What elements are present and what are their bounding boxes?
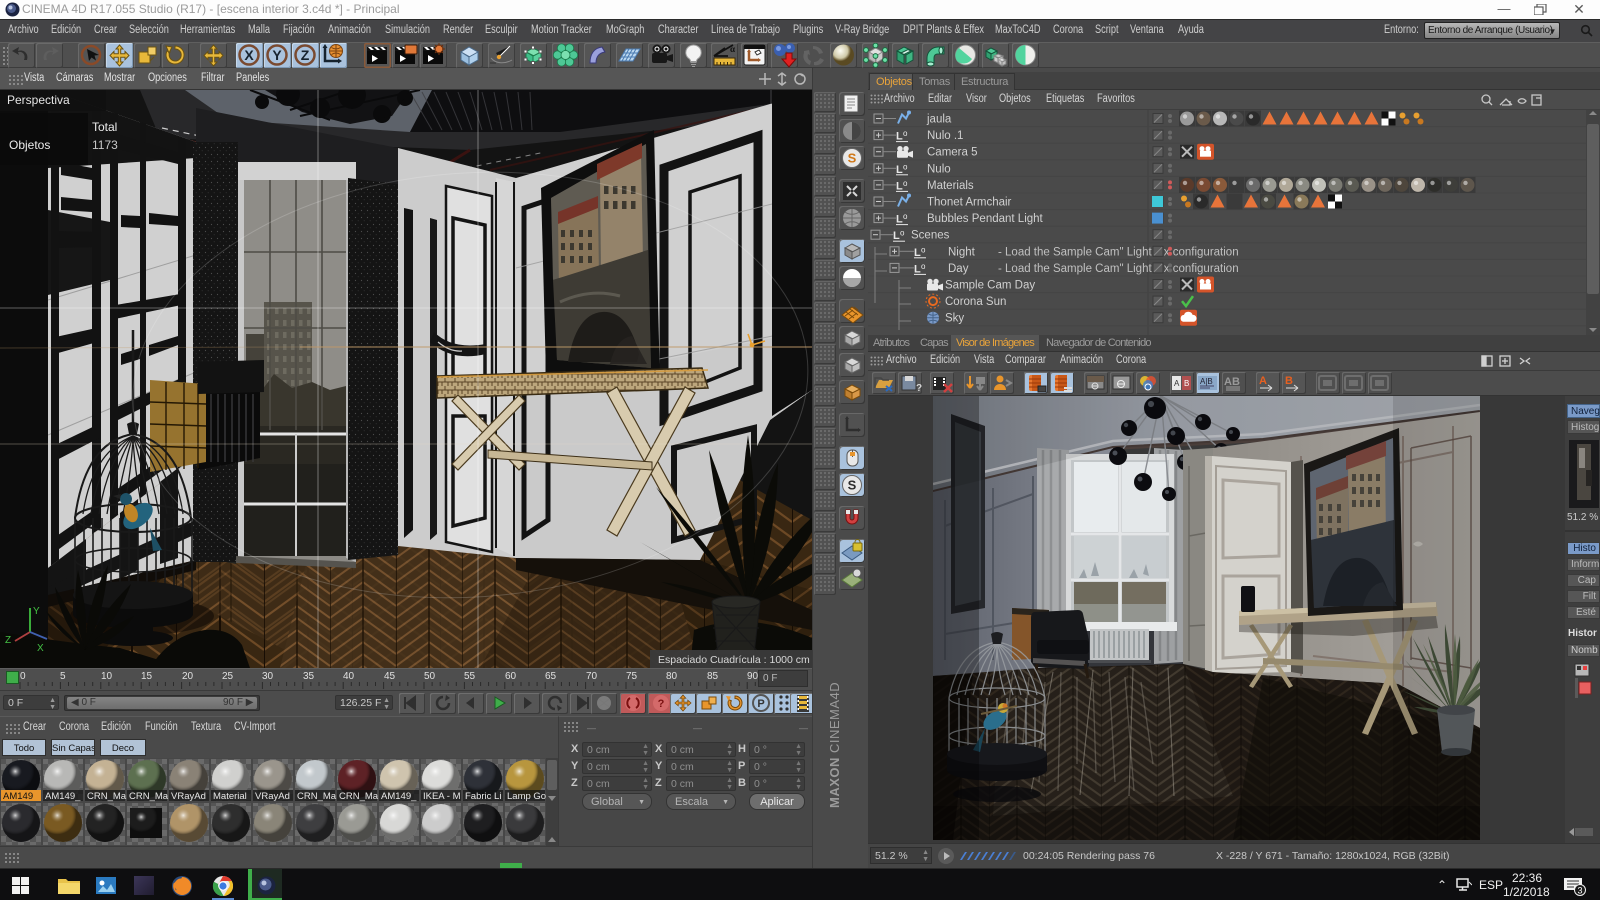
svg-text:Y: Y <box>33 606 40 617</box>
svg-text:L: L <box>914 263 921 275</box>
svg-text:Lamp Go: Lamp Go <box>507 791 546 802</box>
svg-text:Camera 5: Camera 5 <box>927 147 978 159</box>
svg-text:X: X <box>244 47 254 63</box>
svg-text:S: S <box>848 151 857 166</box>
svg-text:CRN_Ma: CRN_Ma <box>129 791 169 802</box>
svg-text:Objetos: Objetos <box>9 138 50 152</box>
svg-text:CRN_Ma: CRN_Ma <box>87 791 127 802</box>
svg-text:L: L <box>896 164 903 176</box>
svg-text:VRayAd: VRayAd <box>171 791 206 802</box>
svg-text:Corona Sun: Corona Sun <box>945 296 1006 308</box>
svg-text:Z: Z <box>5 635 11 646</box>
svg-text:Materials: Materials <box>927 180 974 192</box>
svg-text:Bubbles Pendant Light: Bubbles Pendant Light <box>927 213 1044 225</box>
svg-text:AM149_: AM149_ <box>381 791 417 802</box>
svg-text:L: L <box>896 131 903 143</box>
svg-text:Nulo: Nulo <box>927 163 951 175</box>
svg-text:A|B: A|B <box>1200 377 1213 386</box>
svg-text:Y: Y <box>272 47 282 63</box>
svg-text:Sample Cam Day: Sample Cam Day <box>945 280 1035 292</box>
svg-text:1173: 1173 <box>92 138 118 152</box>
svg-text:Total: Total <box>92 120 117 134</box>
svg-text:P: P <box>757 698 764 710</box>
svg-text:Nulo .1: Nulo .1 <box>927 130 963 142</box>
svg-text:Z: Z <box>301 47 310 63</box>
svg-text:Sky: Sky <box>945 313 964 325</box>
svg-text:α: α <box>730 44 735 54</box>
svg-text:Material: Material <box>213 791 247 802</box>
svg-text:B: B <box>1184 379 1189 388</box>
svg-text:B: B <box>1285 375 1293 387</box>
svg-text:?: ? <box>658 698 665 710</box>
svg-text:L: L <box>896 214 903 226</box>
svg-text:jaula: jaula <box>926 114 952 126</box>
svg-text:A: A <box>1174 379 1180 388</box>
svg-text:Night: Night <box>948 246 976 258</box>
svg-text:L: L <box>896 180 903 192</box>
svg-text:o: o <box>903 179 908 188</box>
svg-text:VRayAd: VRayAd <box>255 791 290 802</box>
svg-text:L: L <box>893 230 900 242</box>
svg-text:o: o <box>921 245 926 254</box>
svg-text:CRN_Ma: CRN_Ma <box>297 791 337 802</box>
svg-text:S: S <box>848 478 857 493</box>
svg-text:3: 3 <box>1577 886 1582 896</box>
svg-text:X: X <box>37 643 44 654</box>
svg-text:- Load the Sample Cam" Light: - Load the Sample Cam" LightMix configur… <box>998 263 1239 275</box>
svg-text:o: o <box>921 262 926 271</box>
svg-text:L: L <box>914 247 921 259</box>
svg-text:CRN_Ma: CRN_Ma <box>339 791 379 802</box>
svg-text:Fabric Li: Fabric Li <box>465 791 501 802</box>
svg-text:o: o <box>903 212 908 221</box>
svg-text:o: o <box>903 162 908 171</box>
svg-text:AM149: AM149 <box>3 791 33 802</box>
svg-text:Espaciado Cuadrícula : 1000 cm: Espaciado Cuadrícula : 1000 cm <box>658 654 810 666</box>
svg-text:- Load the Sample Cam" Light: - Load the Sample Cam" LightMix configur… <box>998 246 1239 258</box>
svg-text:Scenes: Scenes <box>911 230 950 242</box>
svg-text:Perspectiva: Perspectiva <box>7 93 70 107</box>
svg-text:IKEA - M: IKEA - M <box>423 791 461 802</box>
svg-text:o: o <box>903 129 908 138</box>
svg-text:A: A <box>1259 375 1267 387</box>
svg-text:Day: Day <box>948 263 969 275</box>
svg-text:AM149_: AM149_ <box>45 791 81 802</box>
svg-text:o: o <box>900 229 905 238</box>
svg-text:Thonet Armchair: Thonet Armchair <box>927 197 1012 209</box>
svg-text:?: ? <box>916 383 922 394</box>
